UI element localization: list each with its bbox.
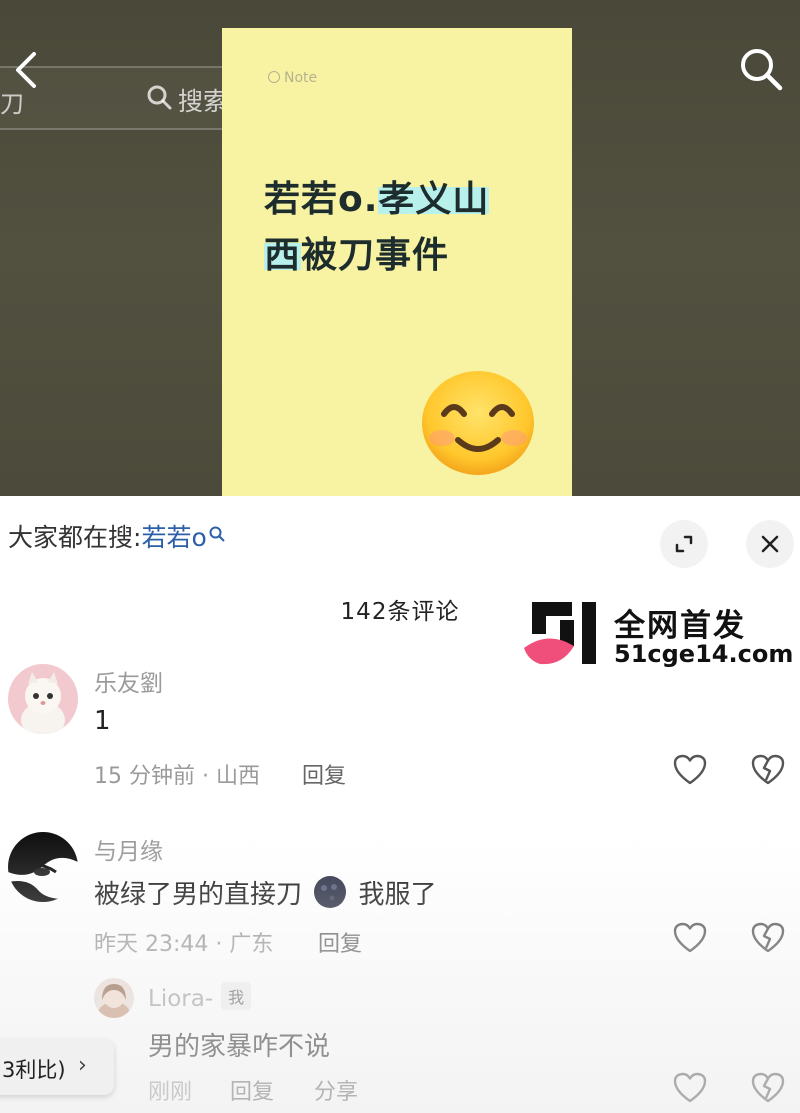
comment-meta: 15 分钟前 · 山西 [94,764,260,789]
comment-username[interactable]: 与月缘 [94,832,163,866]
cat-avatar-icon [8,664,78,734]
avatar[interactable] [8,832,78,902]
trending-search-row[interactable]: 大家都在搜:若若o [8,518,225,554]
girl-avatar-icon [94,978,134,1018]
comment-username[interactable]: Liora- 我 [148,982,252,1012]
trending-prefix: 大家都在搜: [8,523,142,552]
heart-icon[interactable] [673,1072,707,1104]
trending-keyword[interactable]: 若若o [141,523,206,552]
search-button[interactable] [738,46,784,92]
comment-text: 被绿了男的直接刀 我服了 [94,874,437,911]
broken-heart-icon[interactable] [751,1072,785,1104]
avatar[interactable] [94,978,134,1018]
note-brand: Note [268,70,317,86]
reply-button[interactable]: 回复 [230,1074,274,1106]
reply-button[interactable]: 回复 [318,926,362,958]
share-button[interactable]: 分享 [314,1074,358,1106]
comment-meta: 昨天 23:44 · 广东 [94,932,274,957]
floating-pill-button[interactable]: 3利比) › [0,1039,114,1095]
search-icon [209,526,225,542]
expand-icon [675,535,693,553]
comment-text: 男的家暴咋不说 [148,1032,331,1062]
search-icon [741,49,783,91]
broken-heart-icon[interactable] [751,754,785,786]
circle-icon [268,71,280,83]
site-logo-icon [524,602,596,665]
note-card: Note 若若o.孝义山 西被刀事件 [222,28,572,496]
video-area[interactable]: 刀 搜索 Note 若若o.孝义山 西被刀事件 [0,0,800,496]
close-icon [761,535,779,553]
watermark-title: 全网首发 [614,608,746,644]
comment-sheet: 大家都在搜:若若o 142条评论 全网首发 51cge14.com 乐友劉 1 … [0,496,800,1113]
comment-item: 与月缘 被绿了男的直接刀 我服了 昨天 23:44 · 广东 回复 [0,828,800,968]
avatar[interactable] [8,664,78,734]
close-button[interactable] [746,520,794,568]
comment-item: 乐友劉 1 15 分钟前 · 山西 回复 [0,660,800,800]
anime-avatar-icon [8,832,78,902]
pill-label: 3利比) [2,1058,66,1082]
dark-moon-emoji-icon [314,876,347,908]
broken-heart-icon[interactable] [751,922,785,954]
chevron-right-icon: › [78,1053,87,1078]
me-badge: 我 [221,982,252,1010]
reply-button[interactable]: 回复 [302,758,346,790]
top-search-bar[interactable]: 刀 搜索 [0,66,244,130]
reply-comment-item: Liora- 我 男的家暴咋不说 刚刚 回复 分享 [0,974,800,1113]
note-title: 若若o.孝义山 西被刀事件 [264,179,490,276]
comment-meta: 刚刚 [148,1080,193,1105]
search-label: 搜索 [178,87,229,116]
search-icon [147,85,172,110]
comment-username[interactable]: 乐友劉 [94,664,163,698]
comment-text: 1 [94,706,111,736]
search-query-text: 刀 [0,90,24,118]
heart-icon[interactable] [673,754,707,786]
smiling-face-emoji-icon [422,371,534,475]
expand-button[interactable] [660,520,708,568]
heart-icon[interactable] [673,922,707,954]
